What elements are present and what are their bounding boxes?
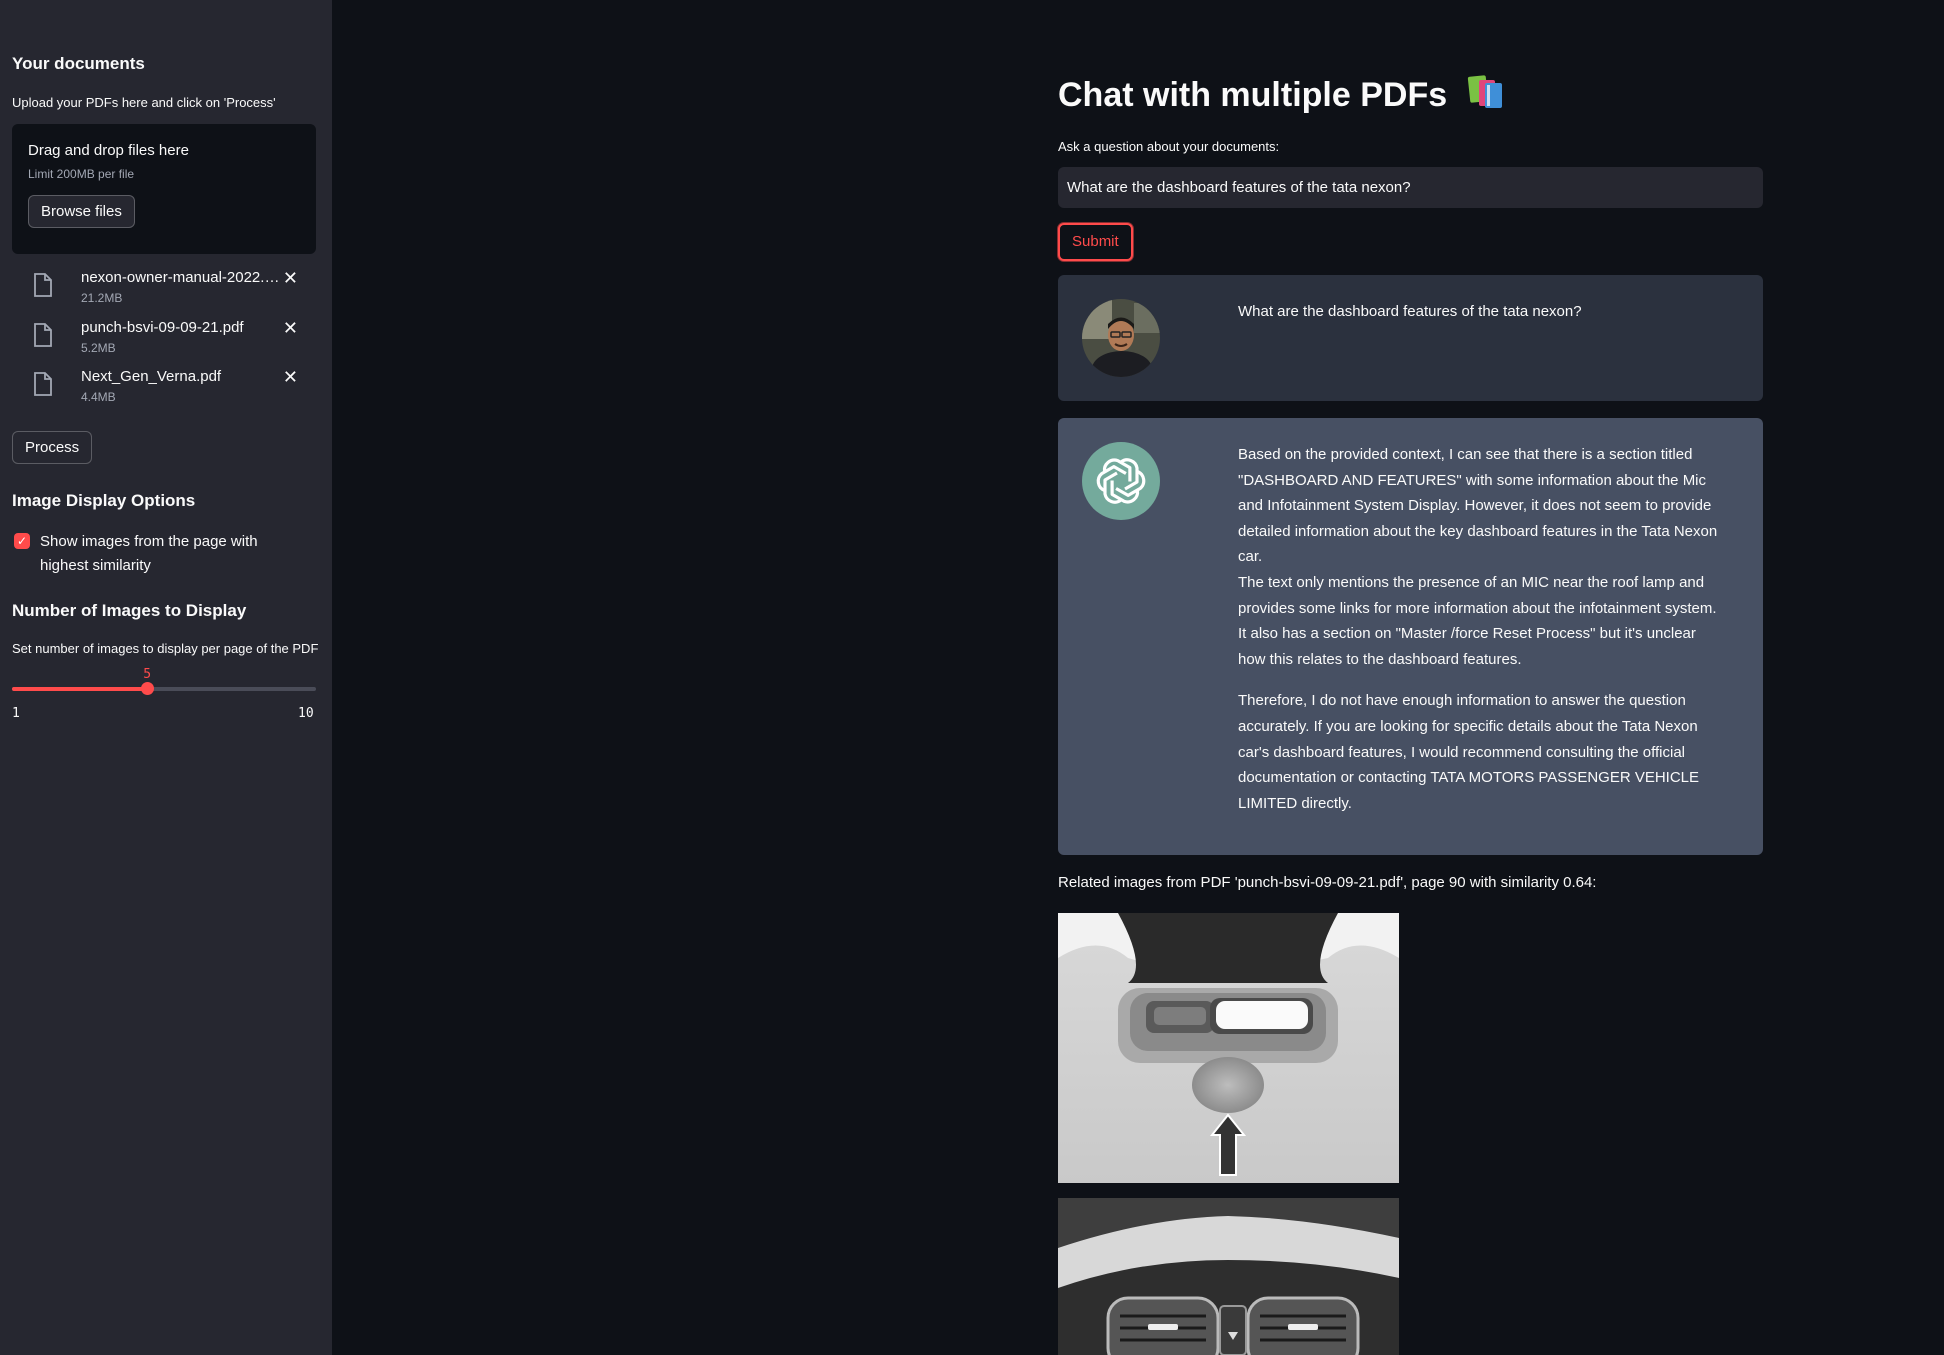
page-title: Chat with multiple PDFs xyxy=(1058,74,1505,115)
user-message-text: What are the dashboard features of the t… xyxy=(1238,303,1582,320)
sidebar-title: Your documents xyxy=(12,54,145,73)
page-title-text: Chat with multiple PDFs xyxy=(1058,76,1448,114)
slider-max: 10 xyxy=(298,706,314,721)
file-name: punch-bsvi-09-09-21.pdf xyxy=(81,319,244,336)
sidebar: Your documents Upload your PDFs here and… xyxy=(0,0,332,1355)
bot-paragraph: Therefore, I do not have enough informat… xyxy=(1238,692,1700,812)
bot-paragraph: Based on the provided context, I can see… xyxy=(1238,446,1718,566)
close-icon[interactable]: ✕ xyxy=(283,319,298,337)
books-icon xyxy=(1467,74,1505,110)
file-size: 5.2MB xyxy=(81,341,116,355)
close-icon[interactable]: ✕ xyxy=(283,269,298,287)
user-message: What are the dashboard features of the t… xyxy=(1058,275,1763,401)
file-icon xyxy=(34,273,52,297)
browse-files-button[interactable]: Browse files xyxy=(28,195,135,228)
slider-thumb[interactable] xyxy=(141,682,155,695)
image-options-title: Image Display Options xyxy=(12,491,196,510)
bot-message: Based on the provided context, I can see… xyxy=(1058,418,1763,855)
uploaded-file-item: punch-bsvi-09-09-21.pdf 5.2MB ✕ xyxy=(30,319,302,359)
file-icon xyxy=(34,372,52,396)
related-images-caption: Related images from PDF 'punch-bsvi-09-0… xyxy=(1058,874,1597,891)
dropzone-limit: Limit 200MB per file xyxy=(28,167,135,181)
slider-min: 1 xyxy=(12,706,20,721)
bot-paragraph: The text only mentions the presence of a… xyxy=(1238,573,1717,668)
user-avatar xyxy=(1082,299,1160,377)
bot-message-text: Based on the provided context, I can see… xyxy=(1238,442,1718,816)
checkmark-icon[interactable]: ✓ xyxy=(14,533,30,549)
file-size: 4.4MB xyxy=(81,390,116,404)
num-images-title: Number of Images to Display xyxy=(12,601,247,620)
file-name: nexon-owner-manual-2022.pdf xyxy=(81,269,281,286)
slider-fill xyxy=(12,687,148,691)
file-icon xyxy=(34,323,52,347)
file-name: Next_Gen_Verna.pdf xyxy=(81,368,222,385)
checkbox-label: Show images from the page with highest s… xyxy=(40,533,258,574)
sidebar-subtitle: Upload your PDFs here and click on 'Proc… xyxy=(12,95,276,110)
related-image xyxy=(1058,913,1399,1183)
chatgpt-icon xyxy=(1082,442,1160,520)
question-label: Ask a question about your documents: xyxy=(1058,139,1280,154)
slider-value: 5 xyxy=(143,667,152,682)
uploaded-file-item: nexon-owner-manual-2022.pdf 21.2MB ✕ xyxy=(30,269,302,309)
process-button[interactable]: Process xyxy=(12,431,93,464)
dropzone-text: Drag and drop files here xyxy=(28,142,189,159)
question-input[interactable] xyxy=(1058,167,1763,208)
file-size: 21.2MB xyxy=(81,291,123,305)
close-icon[interactable]: ✕ xyxy=(283,368,298,386)
submit-button[interactable]: Submit xyxy=(1058,223,1133,261)
slider-description: Set number of images to display per page… xyxy=(12,641,319,656)
num-images-slider[interactable] xyxy=(12,682,316,695)
file-dropzone[interactable]: Drag and drop files here Limit 200MB per… xyxy=(12,124,316,254)
uploaded-file-item: Next_Gen_Verna.pdf 4.4MB ✕ xyxy=(30,368,302,408)
related-image xyxy=(1058,1198,1399,1355)
